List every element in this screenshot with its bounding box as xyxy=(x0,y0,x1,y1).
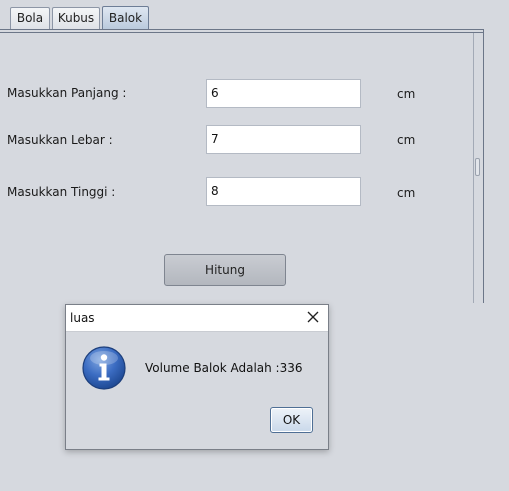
ok-button[interactable]: OK xyxy=(270,407,313,433)
close-icon[interactable] xyxy=(306,310,320,324)
panjang-unit: cm xyxy=(397,87,416,101)
tab-kubus[interactable]: Kubus xyxy=(52,7,100,29)
tinggi-input[interactable]: 8 xyxy=(206,177,361,206)
panjang-input[interactable]: 6 xyxy=(206,79,361,108)
tab-balok[interactable]: Balok xyxy=(102,6,149,30)
dialog-titlebar: luas xyxy=(66,305,328,332)
dialog-title: luas xyxy=(70,311,95,325)
tab-border xyxy=(0,29,484,30)
panel-right-border xyxy=(473,33,474,303)
tinggi-label: Masukkan Tinggi : xyxy=(7,185,116,199)
panel-top-border xyxy=(0,32,484,33)
lebar-input[interactable]: 7 xyxy=(206,125,361,154)
splitter-grip[interactable] xyxy=(475,158,480,176)
info-icon xyxy=(81,345,127,391)
lebar-label: Masukkan Lebar : xyxy=(7,133,113,147)
hitung-button[interactable]: Hitung xyxy=(164,254,286,286)
tab-bola[interactable]: Bola xyxy=(10,7,50,29)
panjang-label: Masukkan Panjang : xyxy=(7,86,127,100)
message-dialog: luas Volume Balok Adalah :336 OK xyxy=(65,304,329,450)
dialog-message: Volume Balok Adalah :336 xyxy=(145,361,303,375)
lebar-unit: cm xyxy=(397,133,416,147)
tinggi-unit: cm xyxy=(397,186,416,200)
panel-outer-border xyxy=(483,30,484,303)
